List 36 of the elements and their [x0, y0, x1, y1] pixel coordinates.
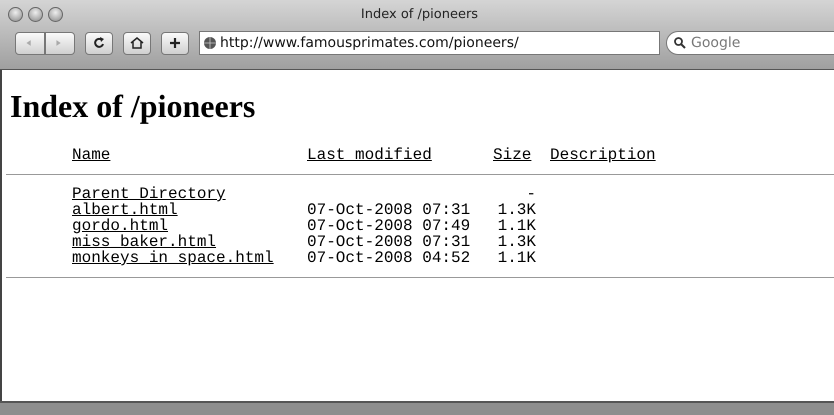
column-header-link[interactable]: Size	[493, 146, 532, 164]
column-header-link[interactable]: Name	[72, 146, 110, 164]
file-size: 1.1K	[496, 250, 537, 266]
forward-button[interactable]	[45, 32, 75, 54]
minimize-button[interactable]	[28, 6, 43, 22]
column-header-link[interactable]: Last modified	[307, 146, 432, 164]
window-title: Index of /pioneers	[360, 6, 480, 22]
home-button[interactable]	[123, 32, 151, 54]
back-button[interactable]	[15, 32, 45, 54]
file-link[interactable]: miss_baker.html	[72, 233, 216, 251]
page-heading: Index of /pioneers	[10, 88, 256, 125]
address-field[interactable]: http://www.famousprimates.com/pioneers/	[199, 31, 660, 55]
modified-date: 07-Oct-2008 07:31	[307, 234, 472, 250]
modified-date: 07-Oct-2008 07:31	[307, 202, 472, 218]
globe-icon	[203, 36, 217, 50]
search-placeholder: Google	[691, 35, 740, 51]
file-link[interactable]: gordo.html	[72, 217, 168, 235]
file-link[interactable]: Parent Directory	[72, 185, 226, 203]
search-field[interactable]: Google	[666, 31, 834, 55]
plus-icon	[168, 36, 182, 50]
reload-icon	[92, 36, 106, 50]
file-link[interactable]: albert.html	[72, 201, 178, 219]
file-size: -	[525, 186, 537, 202]
file-link[interactable]: monkeys_in_space.html	[72, 249, 274, 267]
modified-date: 07-Oct-2008 07:49	[307, 218, 472, 234]
zoom-button[interactable]	[48, 6, 63, 22]
file-size: 1.3K	[496, 202, 537, 218]
file-size: 1.1K	[496, 218, 537, 234]
house-icon	[130, 36, 144, 50]
column-header-link[interactable]: Description	[550, 146, 656, 164]
close-button[interactable]	[8, 6, 23, 22]
file-size: 1.3K	[496, 234, 537, 250]
modified-date: 07-Oct-2008 04:52	[307, 250, 472, 266]
search-icon	[673, 36, 687, 50]
reload-button[interactable]	[85, 32, 113, 54]
add-bookmark-button[interactable]	[161, 32, 189, 54]
